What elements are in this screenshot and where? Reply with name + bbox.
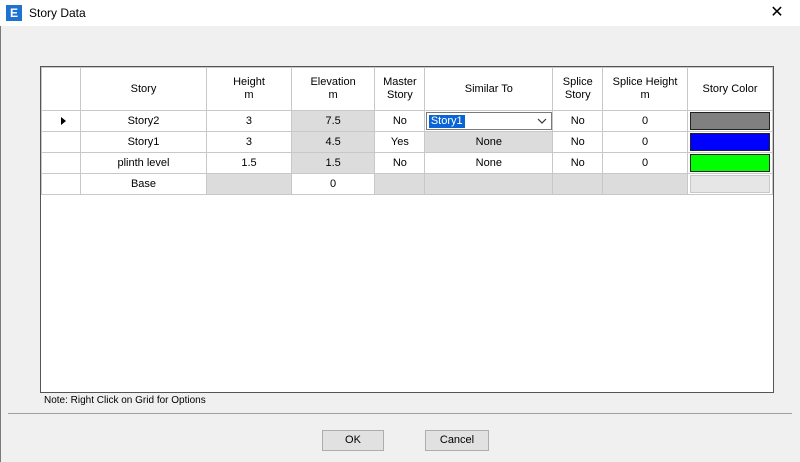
cell-splice-height[interactable]: 0 [602, 110, 688, 132]
cell-splice-height[interactable]: 0 [602, 152, 688, 174]
cell-similar-to [424, 173, 554, 195]
title-bar: E Story Data ✕ [0, 0, 800, 26]
story-table: Story Height m Elevation m Master Story Sim… [41, 67, 773, 195]
column-header-story[interactable]: Story [79, 67, 208, 111]
column-header-master-story[interactable]: Master Story [374, 67, 426, 111]
table-row[interactable]: plinth level 1.5 1.5 No None No 0 [41, 152, 773, 174]
column-header-height[interactable]: Height m [206, 67, 292, 111]
row-selector[interactable] [41, 173, 81, 195]
cell-height[interactable]: 3 [206, 110, 292, 132]
cell-height [206, 173, 292, 195]
cell-elevation: 4.5 [290, 131, 376, 153]
column-header-story-color[interactable]: Story Color [687, 67, 773, 111]
cell-similar-to[interactable]: Story1 [424, 110, 554, 132]
chevron-down-icon[interactable] [537, 115, 547, 127]
cell-master-story[interactable]: Yes [374, 131, 426, 153]
cell-story-color[interactable] [687, 131, 773, 153]
cell-story[interactable]: Story1 [79, 131, 208, 153]
grid-note: Note: Right Click on Grid for Options [44, 395, 206, 406]
cell-splice-height[interactable]: 0 [602, 131, 688, 153]
cell-height[interactable]: 1.5 [206, 152, 292, 174]
story-color-swatch[interactable] [690, 112, 770, 130]
etabs-app-icon: E [6, 5, 22, 21]
table-row[interactable]: Story1 3 4.5 Yes None No 0 [41, 131, 773, 153]
cell-master-story[interactable]: No [374, 110, 426, 132]
row-selector[interactable] [41, 152, 81, 174]
cell-splice-story[interactable]: No [552, 110, 604, 132]
divider [8, 413, 792, 414]
header-row: Story Height m Elevation m Master Story Sim… [41, 67, 773, 111]
cell-splice-story [552, 173, 604, 195]
cell-master-story[interactable]: No [374, 152, 426, 174]
column-header-similar-to[interactable]: Similar To [424, 67, 554, 111]
cell-splice-height [602, 173, 688, 195]
cell-elevation: 1.5 [290, 152, 376, 174]
cell-story[interactable]: Base [79, 173, 208, 195]
cell-splice-story[interactable]: No [552, 152, 604, 174]
row-selector[interactable] [41, 110, 81, 132]
column-header-splice-height[interactable]: Splice Height m [602, 67, 688, 111]
cell-similar-to[interactable]: None [424, 152, 554, 174]
close-button[interactable]: ✕ [754, 0, 800, 26]
cell-story[interactable]: Story2 [79, 110, 208, 132]
similar-to-dropdown[interactable]: Story1 [425, 112, 552, 130]
cell-similar-to: None [424, 131, 554, 153]
row-selector[interactable] [41, 131, 81, 153]
cell-elevation: 7.5 [290, 110, 376, 132]
window-border [0, 26, 1, 462]
story-color-swatch[interactable] [690, 154, 770, 172]
cell-story-color[interactable] [687, 152, 773, 174]
cancel-button[interactable]: Cancel [425, 430, 489, 451]
story-color-swatch[interactable] [690, 133, 770, 151]
cell-elevation[interactable]: 0 [290, 173, 376, 195]
cell-story[interactable]: plinth level [79, 152, 208, 174]
cell-master-story [374, 173, 426, 195]
cell-splice-story[interactable]: No [552, 131, 604, 153]
table-row[interactable]: Base 0 [41, 173, 773, 195]
current-row-arrow-icon [61, 117, 67, 126]
story-color-swatch [690, 175, 770, 193]
row-selector-header [41, 67, 81, 111]
story-data-dialog: E Story Data ✕ Story Height m Elevation m … [0, 0, 800, 462]
cell-story-color[interactable] [687, 110, 773, 132]
ok-button[interactable]: OK [322, 430, 384, 451]
cell-story-color [687, 173, 773, 195]
column-header-elevation[interactable]: Elevation m [290, 67, 376, 111]
cell-height[interactable]: 3 [206, 131, 292, 153]
column-header-splice-story[interactable]: Splice Story [552, 67, 604, 111]
similar-to-selected-value: Story1 [428, 115, 465, 128]
window-title: Story Data [29, 6, 86, 20]
table-row[interactable]: Story2 3 7.5 No Story1 No 0 [41, 110, 773, 132]
story-grid[interactable]: Story Height m Elevation m Master Story Sim… [40, 66, 774, 393]
